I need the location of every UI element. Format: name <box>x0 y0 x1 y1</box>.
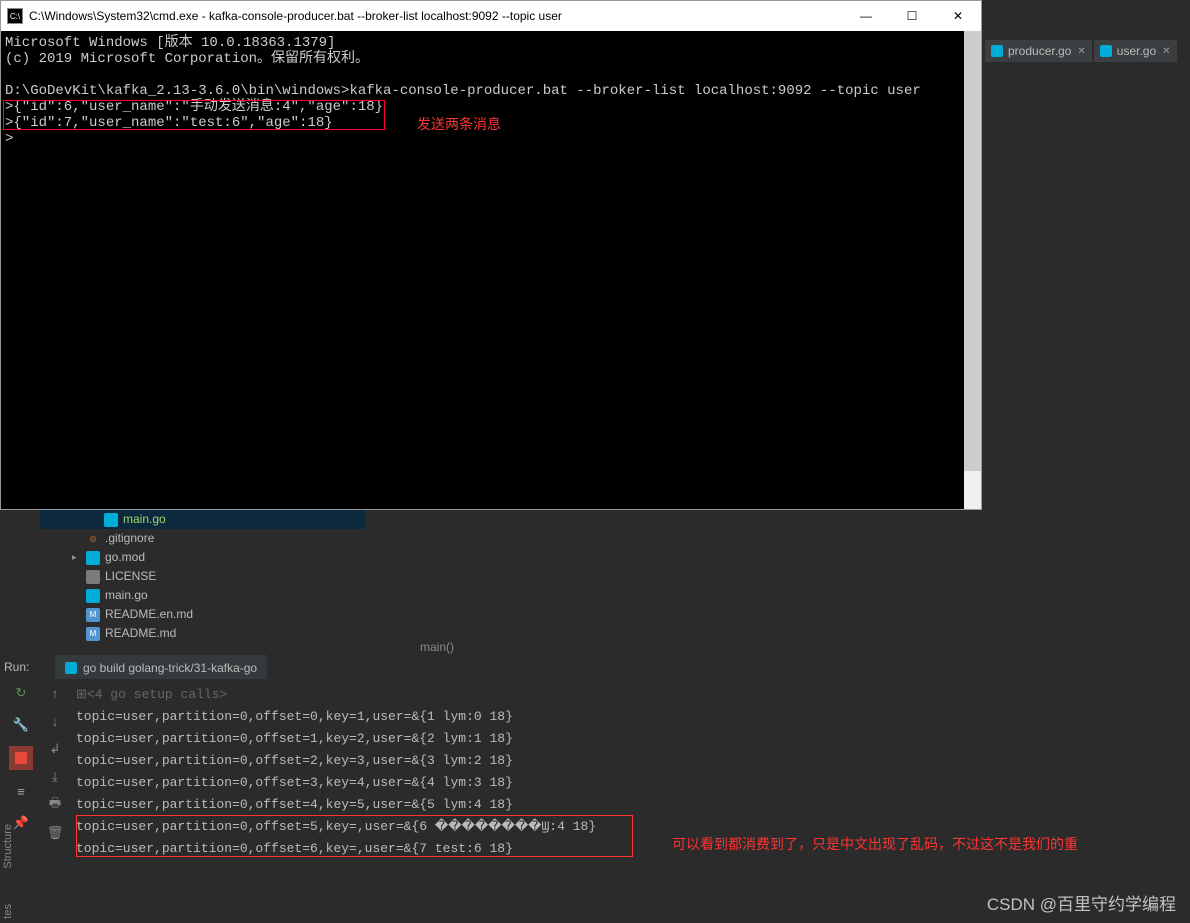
console-line: topic=user,partition=0,offset=0,key=1,us… <box>76 706 596 728</box>
gitignore-icon: ◎ <box>86 532 100 546</box>
console-line: topic=user,partition=0,offset=6,key=,use… <box>76 838 596 860</box>
run-label: Run: <box>4 660 29 674</box>
run-config-label: go build golang-trick/31-kafka-go <box>83 661 257 675</box>
annotation-label-1: 发送两条消息 <box>417 114 501 134</box>
tree-item-gomod[interactable]: ▸ go.mod <box>40 548 365 567</box>
tree-label: go.mod <box>105 548 145 567</box>
go-file-icon <box>86 589 100 603</box>
annotation-label-2: 可以看到都消费到了，只是中文出现了乱码，不过这不是我们的重 <box>672 834 1078 854</box>
markdown-icon: M <box>86 608 100 622</box>
print-icon[interactable]: 🖶 <box>44 794 66 816</box>
tab-label: user.go <box>1117 44 1156 58</box>
tree-label: README.md <box>105 624 176 643</box>
cmd-line: (c) 2019 Microsoft Corporation。保留所有权利。 <box>5 51 369 67</box>
cmd-icon: C:\ <box>7 8 23 24</box>
tree-label: README.en.md <box>105 605 193 624</box>
cmd-line: >{"id":6,"user_name":"手动发送消息:4","age":18… <box>5 99 383 115</box>
minimize-button[interactable]: — <box>843 1 889 31</box>
breadcrumb[interactable]: main() <box>420 640 454 654</box>
watermark: CSDN @百里守约学编程 <box>987 890 1176 915</box>
tab-label: producer.go <box>1008 44 1071 58</box>
tree-item-maingo[interactable]: main.go <box>40 586 365 605</box>
down-arrow-icon[interactable]: ↓ <box>44 710 66 732</box>
console-line: topic=user,partition=0,offset=2,key=3,us… <box>76 750 596 772</box>
close-icon[interactable]: ✕ <box>1077 46 1085 57</box>
cmd-line: > <box>5 131 13 147</box>
caret-icon[interactable]: ▸ <box>72 548 86 567</box>
pause-icon[interactable]: ≡ <box>10 780 32 802</box>
go-icon <box>991 45 1003 57</box>
go-icon <box>65 662 77 674</box>
console-line: topic=user,partition=0,offset=1,key=2,us… <box>76 728 596 750</box>
tree-label: LICENSE <box>105 567 156 586</box>
cmd-line: Microsoft Windows [版本 10.0.18363.1379] <box>5 35 335 51</box>
console-fold[interactable]: ⊞<4 go setup calls> <box>76 684 596 706</box>
up-arrow-icon[interactable]: ↑ <box>44 682 66 704</box>
console-line: topic=user,partition=0,offset=3,key=4,us… <box>76 772 596 794</box>
tree-item-gitignore[interactable]: ◎ .gitignore <box>40 529 365 548</box>
text-file-icon <box>86 570 100 584</box>
cmd-titlebar[interactable]: C:\ C:\Windows\System32\cmd.exe - kafka-… <box>1 1 981 31</box>
go-icon <box>1100 45 1112 57</box>
tree-item-readme-en[interactable]: M README.en.md <box>40 605 365 624</box>
tab-user-go[interactable]: user.go ✕ <box>1094 40 1177 62</box>
run-console[interactable]: ⊞<4 go setup calls> topic=user,partition… <box>76 684 596 860</box>
project-tree[interactable]: main.go ◎ .gitignore ▸ go.mod LICENSE ma… <box>40 510 365 643</box>
maximize-button[interactable]: ☐ <box>889 1 935 31</box>
editor-tabs: producer.go ✕ user.go ✕ <box>985 40 1177 62</box>
go-file-icon <box>86 551 100 565</box>
wrench-icon[interactable]: 🔧 <box>10 714 32 736</box>
trash-icon[interactable]: 🗑 <box>44 822 66 844</box>
rerun-button[interactable]: ↻ <box>10 682 32 704</box>
console-line: topic=user,partition=0,offset=5,key=,use… <box>76 816 596 838</box>
favorites-tool-window-tab[interactable]: tes <box>0 900 18 923</box>
scroll-end-icon[interactable]: ⤓ <box>44 766 66 788</box>
tree-label: main.go <box>123 510 166 529</box>
cmd-line: D:\GoDevKit\kafka_2.13-3.6.0\bin\windows… <box>5 83 921 99</box>
close-button[interactable]: ✕ <box>935 1 981 31</box>
tree-label: .gitignore <box>105 529 154 548</box>
console-line: topic=user,partition=0,offset=4,key=5,us… <box>76 794 596 816</box>
soft-wrap-icon[interactable]: ↲ <box>44 738 66 760</box>
cmd-scroll-thumb[interactable] <box>964 31 981 471</box>
cmd-body[interactable]: Microsoft Windows [版本 10.0.18363.1379] (… <box>1 31 981 509</box>
cmd-line: >{"id":7,"user_name":"test:6","age":18} <box>5 115 333 131</box>
tree-label: main.go <box>105 586 148 605</box>
tree-item-readme[interactable]: M README.md <box>40 624 365 643</box>
stop-button[interactable] <box>9 746 33 770</box>
close-icon[interactable]: ✕ <box>1162 46 1170 57</box>
tab-producer-go[interactable]: producer.go ✕ <box>985 40 1092 62</box>
run-config-tab[interactable]: go build golang-trick/31-kafka-go <box>55 655 267 679</box>
tree-item-license[interactable]: LICENSE <box>40 567 365 586</box>
go-file-icon <box>104 513 118 527</box>
cmd-window: C:\ C:\Windows\System32\cmd.exe - kafka-… <box>0 0 982 510</box>
markdown-icon: M <box>86 627 100 641</box>
cmd-title: C:\Windows\System32\cmd.exe - kafka-cons… <box>29 9 843 23</box>
tree-item-main-go-selected[interactable]: main.go <box>40 510 365 529</box>
cmd-scrollbar[interactable] <box>964 31 981 509</box>
structure-tool-window-tab[interactable]: Structure <box>0 820 18 873</box>
run-toolbar-left: ↻ 🔧 ≡ 📌 <box>6 682 36 834</box>
run-toolbar-mid: ↑ ↓ ↲ ⤓ 🖶 🗑 <box>44 682 70 844</box>
